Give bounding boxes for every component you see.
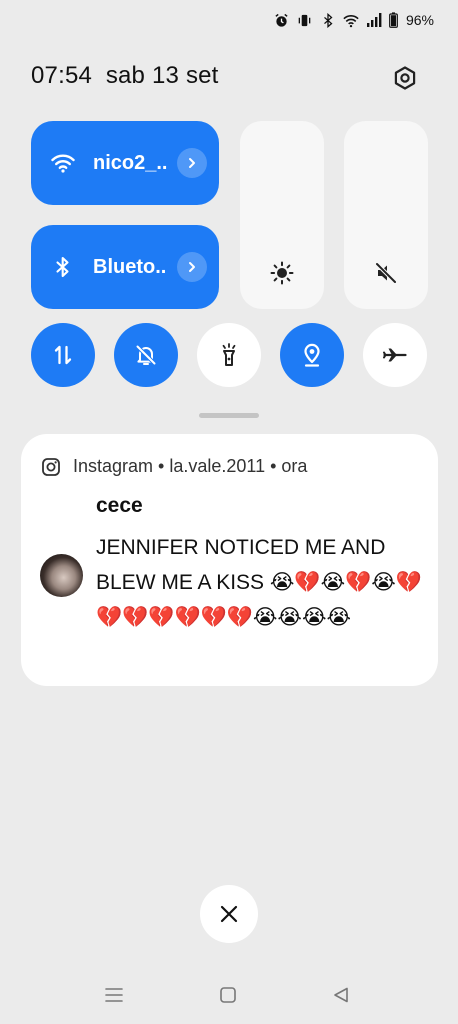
drag-handle[interactable] <box>199 413 259 418</box>
notification-title: cece <box>96 494 143 517</box>
battery-percentage: 96% <box>405 12 434 28</box>
back-button[interactable] <box>329 983 353 1007</box>
location-toggle[interactable] <box>280 323 344 387</box>
volume-slider[interactable] <box>344 121 428 309</box>
clear-all-button[interactable] <box>200 885 258 943</box>
wifi-tile-label: nico2_.. <box>93 151 168 174</box>
notification-header-text: Instagram • la.vale.2011 • ora <box>73 456 308 476</box>
status-bar: 96% <box>0 0 458 44</box>
do-not-disturb-toggle[interactable] <box>114 323 178 387</box>
flashlight-toggle[interactable] <box>197 323 261 387</box>
avatar <box>40 554 83 597</box>
wifi-tile[interactable]: nico2_.. <box>31 121 219 205</box>
wifi-expand-button[interactable] <box>177 148 207 178</box>
bluetooth-expand-button[interactable] <box>177 252 207 282</box>
alarm-icon <box>274 12 290 28</box>
bluetooth-icon <box>51 255 75 279</box>
notification-card[interactable]: Instagram • la.vale.2011 • ora cece JENN… <box>21 434 438 686</box>
clock-time: 07:54 <box>31 62 93 89</box>
volume-muted-icon <box>374 261 398 285</box>
airplane-mode-toggle[interactable] <box>363 323 427 387</box>
notification-message: JENNIFER NOTICED ME AND BLEW ME A KISS 😭… <box>96 536 422 629</box>
gear-icon <box>394 66 416 90</box>
location-icon <box>304 343 320 367</box>
brightness-slider[interactable] <box>240 121 324 309</box>
bluetooth-tile[interactable]: Blueto.. <box>31 225 219 309</box>
home-button[interactable] <box>216 983 240 1007</box>
vibrate-icon <box>297 12 313 28</box>
data-arrows-icon <box>54 345 72 365</box>
signal-icon <box>366 12 382 28</box>
flashlight-icon <box>222 343 236 366</box>
notification-header: Instagram • la.vale.2011 • ora <box>41 456 307 477</box>
bluetooth-icon <box>320 12 336 28</box>
brightness-icon <box>270 261 294 285</box>
wifi-icon <box>343 12 359 28</box>
instagram-icon <box>42 457 60 476</box>
recent-apps-button[interactable] <box>102 983 126 1007</box>
settings-button[interactable] <box>390 63 420 93</box>
chevron-right-icon <box>189 262 195 272</box>
mobile-data-toggle[interactable] <box>31 323 95 387</box>
wifi-icon <box>51 151 75 175</box>
battery-icon <box>389 12 399 28</box>
bluetooth-tile-label: Blueto.. <box>93 255 167 278</box>
time-date: 07:54 sab 13 set <box>31 62 219 90</box>
chevron-right-icon <box>189 158 195 168</box>
close-icon <box>220 905 238 923</box>
back-triangle-icon <box>334 987 348 1003</box>
date-label: sab 13 set <box>105 62 219 89</box>
menu-icon <box>105 988 123 1002</box>
square-icon <box>220 987 236 1003</box>
status-icons: 96% <box>274 12 434 28</box>
bell-off-icon <box>136 345 156 365</box>
airplane-icon <box>383 348 407 362</box>
